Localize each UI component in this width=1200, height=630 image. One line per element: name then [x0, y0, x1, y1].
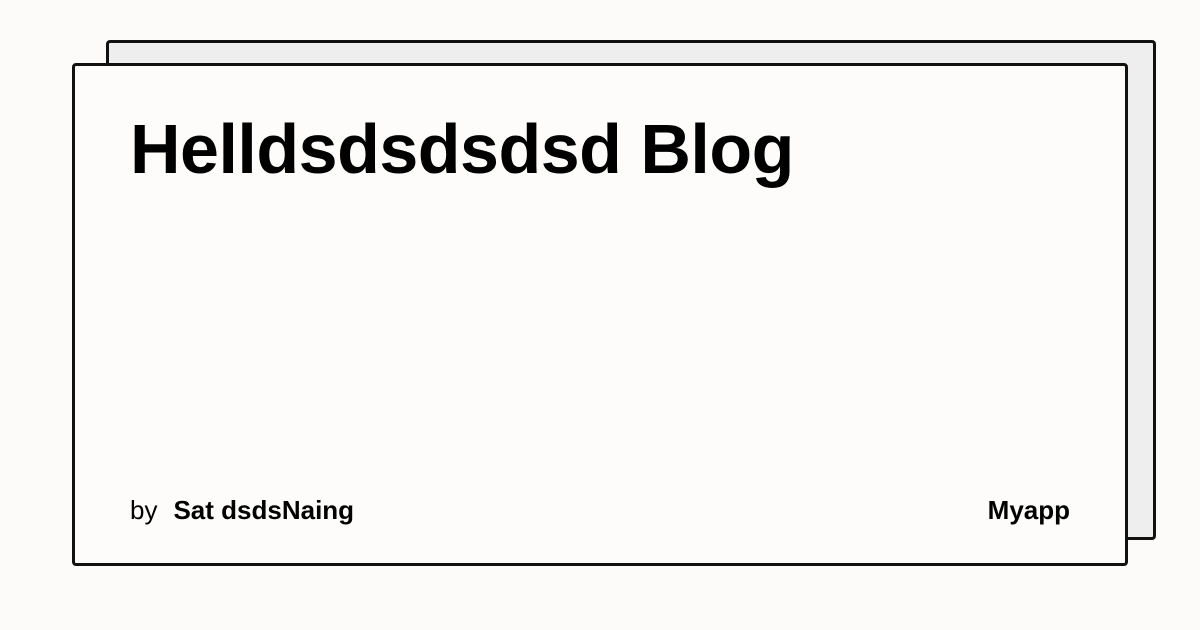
- byline: by Sat dsdsNaing: [130, 493, 354, 527]
- blog-card: Helldsdsdsdsd Blog by Sat dsdsNaing Myapp: [72, 63, 1128, 566]
- app-name: Myapp: [987, 495, 1070, 525]
- blog-title: Helldsdsdsdsd Blog: [130, 110, 794, 188]
- by-label: by: [130, 495, 158, 525]
- author-name: Sat dsdsNaing: [173, 495, 355, 525]
